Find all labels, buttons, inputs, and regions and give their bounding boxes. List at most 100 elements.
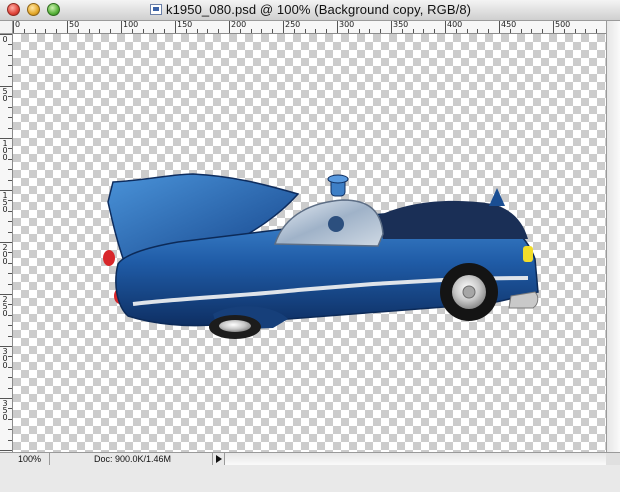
- horizontal-ruler[interactable]: 050100150200250300350400450500550: [13, 21, 606, 34]
- ruler-tick: [315, 29, 317, 33]
- ruler-label: 150: [177, 21, 193, 29]
- ruler-tick: [423, 29, 425, 33]
- ruler-tick: [8, 252, 12, 254]
- ruler-label: 400: [447, 21, 463, 29]
- ruler-tick: [8, 335, 12, 337]
- ruler-label: 50: [69, 21, 80, 29]
- ruler-label: 350: [393, 21, 409, 29]
- document-size-info[interactable]: Doc: 900.0K/1.46M: [52, 453, 210, 465]
- ruler-tick: [8, 117, 12, 119]
- minimize-window-button[interactable]: [27, 3, 40, 16]
- ruler-tick: [8, 262, 12, 264]
- ruler-tick: [131, 29, 133, 33]
- ruler-tick: [596, 29, 598, 33]
- ruler-tick: [8, 179, 12, 181]
- status-bar: 100% Doc: 900.0K/1.46M: [0, 452, 620, 492]
- ruler-tick: [8, 304, 12, 306]
- ruler-tick: [8, 44, 12, 46]
- ruler-tick: [337, 21, 338, 33]
- vertical-scrollbar[interactable]: [606, 21, 620, 452]
- ruler-tick: [563, 29, 565, 33]
- ruler-tick: [88, 29, 90, 33]
- horizontal-scrollbar[interactable]: [224, 453, 606, 465]
- ruler-tick: [531, 29, 533, 33]
- ruler-tick: [164, 29, 166, 33]
- ruler-label: 300: [339, 21, 355, 29]
- ruler-tick: [8, 127, 12, 129]
- ruler-tick: [56, 29, 58, 33]
- zoom-window-button[interactable]: [47, 3, 60, 16]
- ruler-tick: [8, 231, 12, 233]
- ruler-tick: [8, 158, 12, 160]
- ruler-tick: [8, 325, 12, 327]
- ruler-tick: [8, 387, 12, 389]
- ruler-tick: [358, 29, 360, 33]
- ruler-label: 0: [2, 35, 8, 44]
- ruler-tick: [207, 29, 209, 33]
- ruler-tick: [34, 29, 36, 33]
- ruler-tick: [153, 29, 155, 33]
- ruler-tick: [67, 21, 68, 33]
- ruler-tick: [8, 366, 12, 368]
- vertical-ruler[interactable]: 05 01 0 01 5 02 0 02 5 03 0 03 5 04 0 0: [0, 34, 13, 452]
- document-canvas[interactable]: [13, 34, 606, 452]
- ruler-tick: [8, 377, 12, 379]
- document-window: k1950_080.psd @ 100% (Background copy, R…: [0, 0, 620, 492]
- ruler-tick: [585, 29, 587, 33]
- ruler-tick: [8, 75, 12, 77]
- ruler-tick: [466, 29, 468, 33]
- ruler-tick: [218, 29, 220, 33]
- ruler-tick: [401, 29, 403, 33]
- ruler-tick: [293, 29, 295, 33]
- ruler-tick: [499, 21, 500, 33]
- psd-document-icon: [150, 4, 162, 15]
- close-window-button[interactable]: [7, 3, 20, 16]
- status-menu-arrow-icon[interactable]: [212, 453, 224, 465]
- ruler-label: 100: [123, 21, 139, 29]
- ruler-tick: [283, 21, 284, 33]
- ruler-label: 450: [501, 21, 517, 29]
- ruler-tick: [347, 29, 349, 33]
- ruler-tick: [391, 21, 392, 33]
- ruler-tick: [8, 96, 12, 98]
- ruler-tick: [8, 283, 12, 285]
- ruler-tick: [110, 29, 112, 33]
- ruler-tick: [8, 221, 12, 223]
- ruler-label: 0: [15, 21, 21, 29]
- ruler-origin-corner[interactable]: [0, 21, 13, 34]
- window-title: k1950_080.psd @ 100% (Background copy, R…: [166, 2, 472, 17]
- resize-grip[interactable]: [606, 453, 620, 465]
- ruler-tick: [380, 29, 382, 33]
- ruler-tick: [8, 408, 12, 410]
- ruler-tick: [326, 29, 328, 33]
- ruler-tick: [445, 21, 446, 33]
- ruler-tick: [455, 29, 457, 33]
- ruler-tick: [369, 29, 371, 33]
- ruler-tick: [8, 418, 12, 420]
- ruler-tick: [250, 29, 252, 33]
- ruler-tick: [229, 21, 230, 33]
- ruler-label: 250: [285, 21, 301, 29]
- ruler-tick: [8, 429, 12, 431]
- zoom-level-field[interactable]: 100%: [0, 453, 50, 465]
- ruler-tick: [175, 21, 176, 33]
- ruler-tick: [8, 439, 12, 441]
- ruler-tick: [121, 21, 122, 33]
- ruler-tick: [8, 210, 12, 212]
- ruler-tick: [477, 29, 479, 33]
- ruler-tick: [261, 29, 263, 33]
- ruler-tick: [8, 356, 12, 358]
- ruler-tick: [434, 29, 436, 33]
- ruler-label: 5 0: [2, 87, 8, 103]
- car-layer-image: [103, 173, 539, 339]
- ruler-tick: [142, 29, 144, 33]
- ruler-label: 200: [231, 21, 247, 29]
- ruler-tick: [99, 29, 101, 33]
- title-bar[interactable]: k1950_080.psd @ 100% (Background copy, R…: [0, 0, 620, 21]
- ruler-tick: [8, 148, 12, 150]
- ruler-tick: [23, 29, 25, 33]
- ruler-tick: [185, 29, 187, 33]
- ruler-tick: [488, 29, 490, 33]
- ruler-tick: [412, 29, 414, 33]
- ruler-tick: [520, 29, 522, 33]
